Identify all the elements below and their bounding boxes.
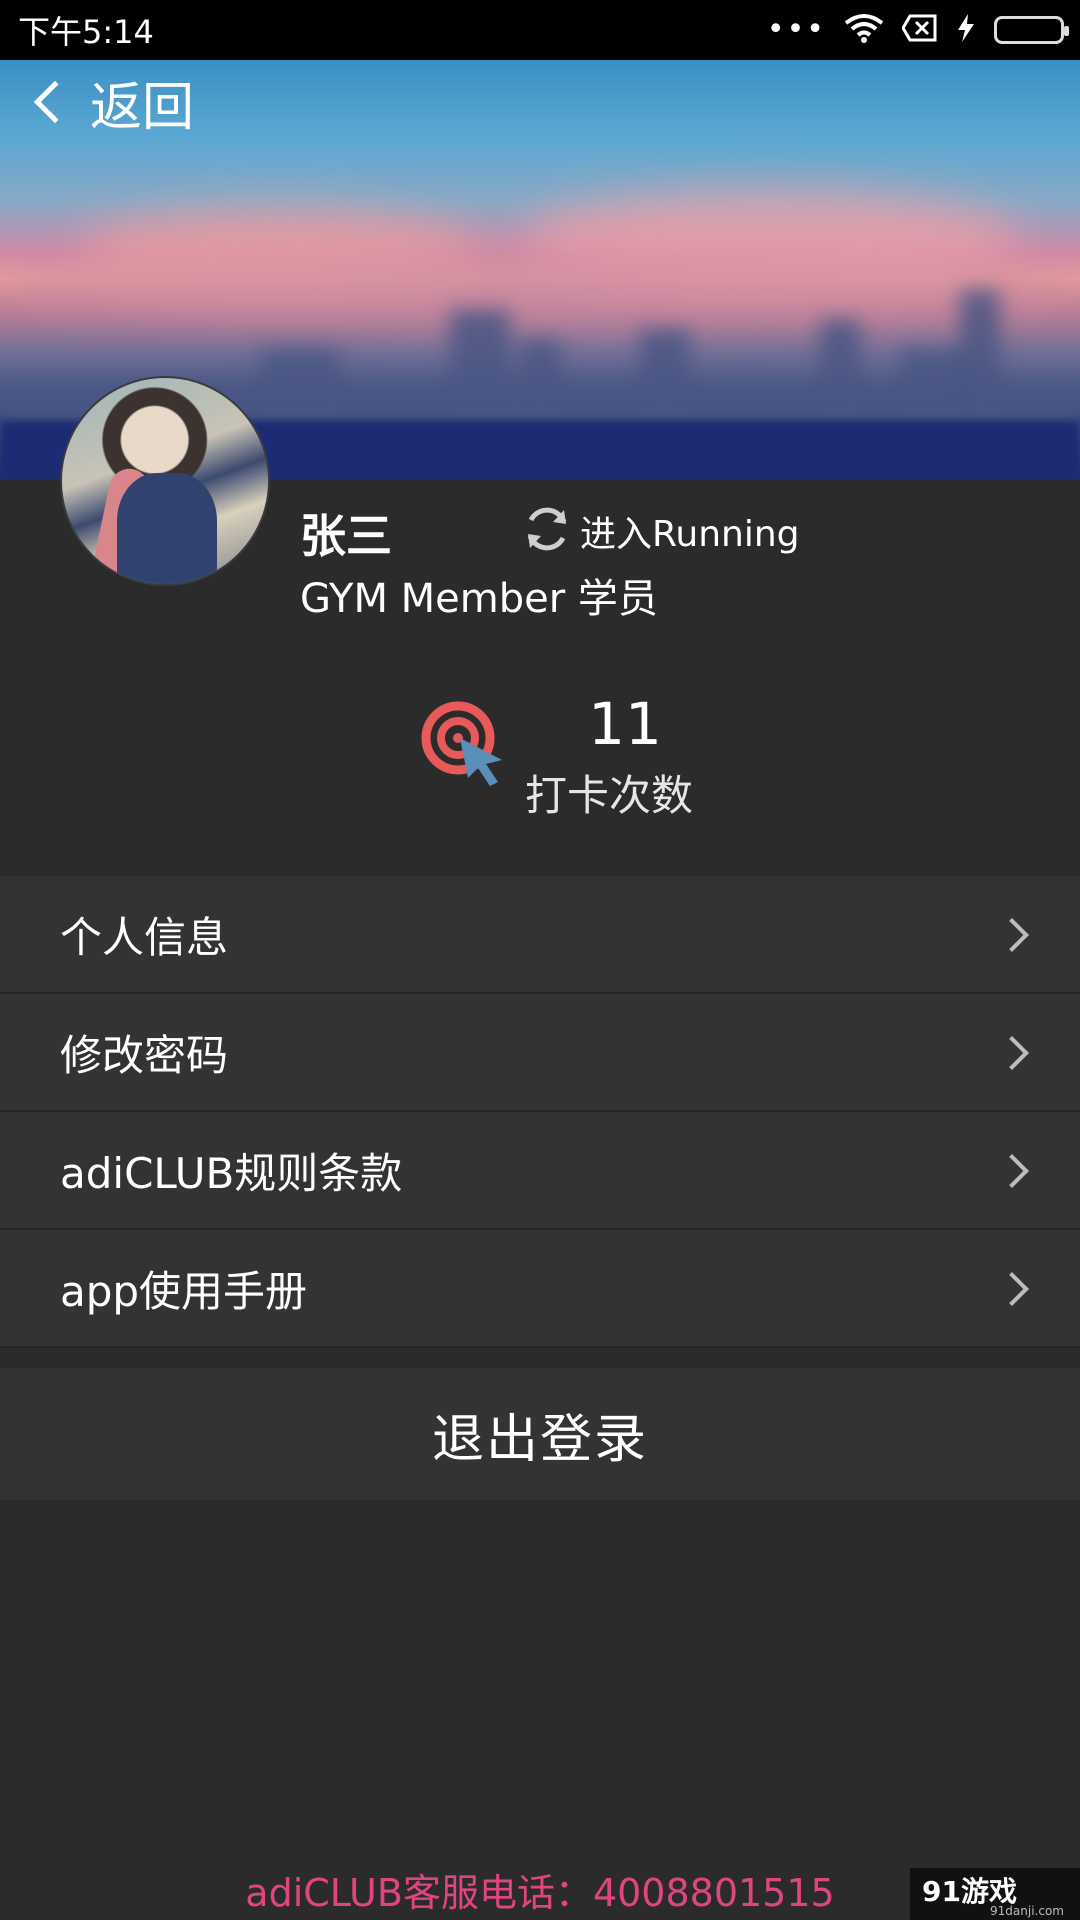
chevron-right-icon bbox=[995, 1272, 1029, 1306]
close-box-icon bbox=[901, 13, 938, 47]
menu-item-label: adiCLUB规则条款 bbox=[60, 1148, 403, 1198]
status-time: 下午5:14 bbox=[18, 13, 154, 51]
menu-item-change-password[interactable]: 修改密码 bbox=[0, 994, 1080, 1112]
checkin-count: 11 bbox=[588, 690, 662, 758]
chevron-right-icon bbox=[995, 1154, 1029, 1188]
user-role: GYM Member 学员 bbox=[300, 576, 658, 622]
menu-item-app-manual[interactable]: app使用手册 bbox=[0, 1230, 1080, 1348]
lightning-icon bbox=[956, 13, 976, 47]
more-dots-icon: ••• bbox=[766, 12, 826, 47]
chevron-right-icon bbox=[995, 1036, 1029, 1070]
back-button[interactable]: 返回 bbox=[28, 70, 194, 138]
checkin-label: 打卡次数 bbox=[525, 771, 694, 820]
watermark: 91游戏 91danji.com bbox=[910, 1868, 1080, 1920]
menu-item-personal-info[interactable]: 个人信息 bbox=[0, 876, 1080, 994]
avatar-detail bbox=[117, 473, 217, 584]
back-label: 返回 bbox=[90, 77, 195, 138]
refresh-icon bbox=[520, 502, 574, 560]
battery-icon bbox=[994, 16, 1069, 44]
checkin-stat: 11 打卡次数 bbox=[420, 690, 720, 820]
logout-label: 退出登录 bbox=[431, 1409, 648, 1470]
chevron-right-icon bbox=[995, 918, 1029, 952]
menu-item-label: app使用手册 bbox=[60, 1266, 308, 1316]
status-bar: 下午5:14 ••• bbox=[0, 0, 1080, 60]
logout-button[interactable]: 退出登录 bbox=[0, 1368, 1080, 1500]
switch-running-label: 进入Running bbox=[580, 514, 800, 555]
customer-service-phone: adiCLUB客服电话：4008801515 bbox=[245, 1871, 835, 1915]
settings-menu: 个人信息 修改密码 adiCLUB规则条款 app使用手册 bbox=[0, 876, 1080, 1348]
chevron-left-icon bbox=[33, 80, 77, 124]
menu-item-label: 修改密码 bbox=[60, 1030, 229, 1080]
status-icons: ••• bbox=[766, 0, 1069, 60]
avatar[interactable] bbox=[60, 376, 270, 586]
switch-running-button[interactable]: 进入Running bbox=[520, 502, 800, 560]
watermark-site: 91danji.com bbox=[990, 1904, 1064, 1918]
menu-item-label: 个人信息 bbox=[60, 912, 229, 962]
wifi-icon bbox=[844, 13, 884, 47]
target-icon bbox=[420, 700, 510, 794]
user-name: 张三 bbox=[300, 509, 392, 563]
menu-item-terms[interactable]: adiCLUB规则条款 bbox=[0, 1112, 1080, 1230]
